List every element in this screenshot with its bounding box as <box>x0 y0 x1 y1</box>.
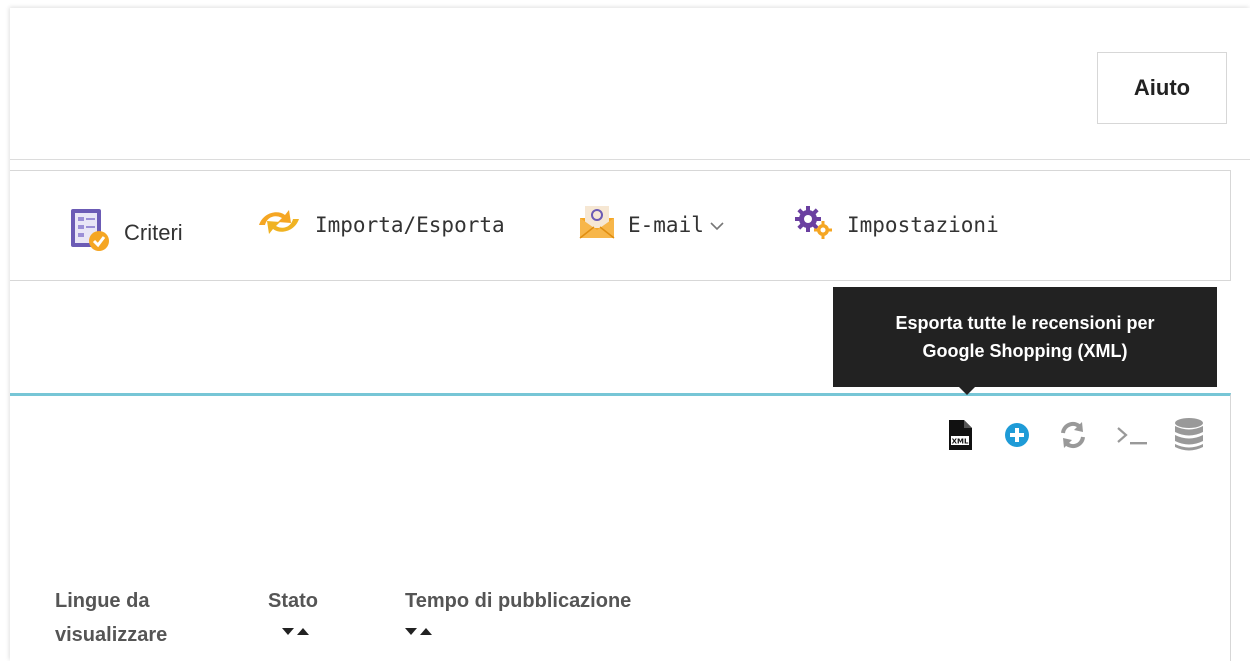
menu-item-criteri-label: Criteri <box>124 219 183 245</box>
tooltip-line-2: Google Shopping (XML) <box>922 341 1128 361</box>
sort-asc-icon[interactable] <box>420 628 432 635</box>
xml-file-icon[interactable]: XML <box>943 418 977 452</box>
column-header-stato[interactable]: Stato <box>268 584 318 618</box>
export-tooltip: Esporta tutte le recensioni per Google S… <box>833 287 1217 387</box>
refresh-icon[interactable] <box>1057 418 1089 452</box>
menu-item-email-label: E-mail <box>628 212 704 237</box>
chevron-down-icon <box>710 218 724 236</box>
sort-desc-icon[interactable] <box>405 628 417 635</box>
sort-desc-icon[interactable] <box>282 628 294 635</box>
sort-asc-icon[interactable] <box>297 628 309 635</box>
email-envelope-icon <box>578 204 616 246</box>
menu-item-importa-esporta[interactable]: Importa/Esporta <box>255 169 505 280</box>
tooltip-arrow <box>959 387 975 395</box>
add-circle-icon[interactable] <box>1002 418 1032 452</box>
settings-gears-icon <box>791 204 835 246</box>
svg-text:XML: XML <box>952 438 969 446</box>
import-export-arrows-icon <box>255 207 303 243</box>
help-button[interactable]: Aiuto <box>1097 52 1227 124</box>
menu-item-email[interactable]: E-mail <box>578 169 724 280</box>
menu-item-criteri[interactable]: Criteri <box>68 177 183 288</box>
column-header-lingue[interactable]: Lingue da visualizzare <box>55 584 205 652</box>
header-divider <box>10 159 1250 160</box>
sort-toggle-stato[interactable] <box>282 628 309 635</box>
column-header-tempo[interactable]: Tempo di pubblicazione <box>405 584 631 618</box>
module-menu-bar: Criteri Importa/Esporta E-mail Impostazi… <box>10 170 1231 281</box>
menu-item-impostazioni[interactable]: Impostazioni <box>791 169 999 280</box>
column-header-lingue-line2: visualizzare <box>55 624 168 646</box>
database-icon[interactable] <box>1172 418 1206 452</box>
tooltip-line-1: Esporta tutte le recensioni per <box>895 313 1155 333</box>
menu-item-impostazioni-label: Impostazioni <box>847 212 999 237</box>
terminal-icon[interactable] <box>1113 418 1153 452</box>
menu-item-importa-esporta-label: Importa/Esporta <box>315 212 505 237</box>
column-header-lingue-line1: Lingue da <box>55 590 150 612</box>
sort-toggle-tempo[interactable] <box>405 628 432 635</box>
criteria-checklist-icon <box>68 207 112 259</box>
